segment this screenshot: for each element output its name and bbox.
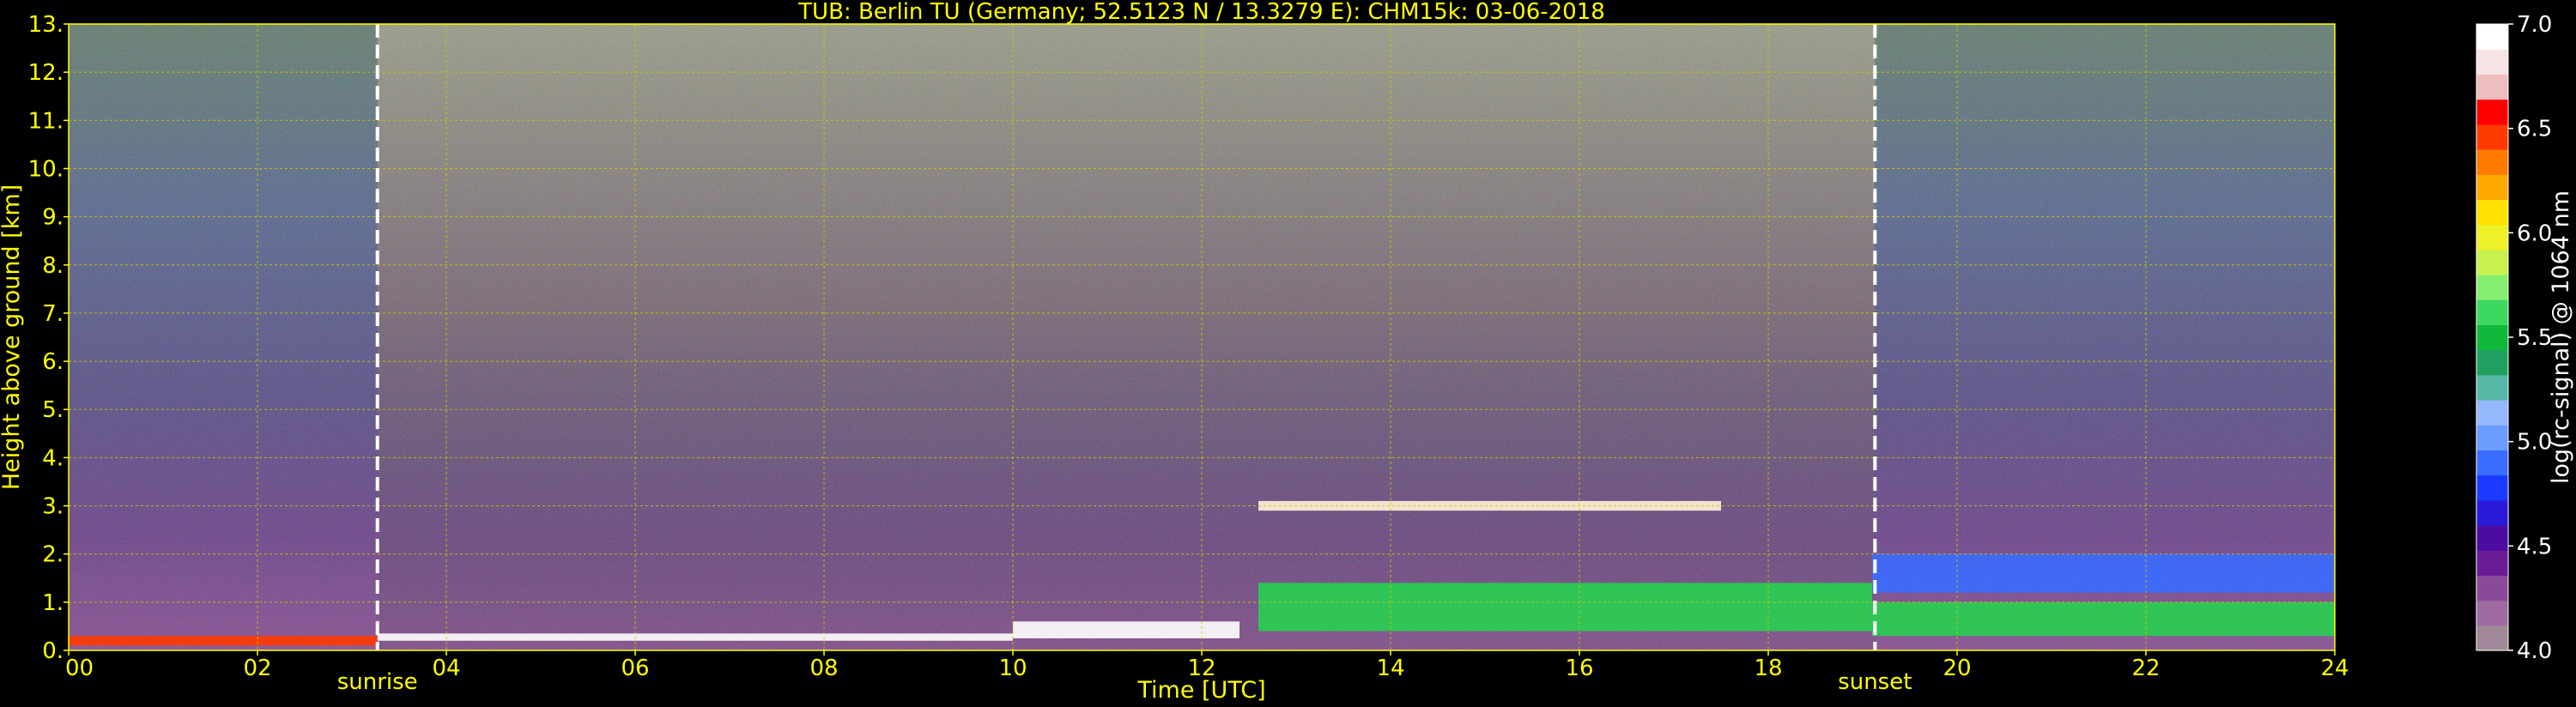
x-tick-label: 24: [2320, 656, 2349, 681]
colorbar-segment: [2476, 299, 2508, 325]
colorbar-segment: [2476, 525, 2508, 551]
signal-layer: [1872, 553, 2335, 593]
sunrise-label: sunrise: [337, 669, 418, 695]
colorbar-segment: [2476, 450, 2508, 476]
colorbar-segment: [2476, 499, 2508, 526]
x-tick-label: 16: [1565, 656, 1593, 681]
y-axis-label: Height above ground [km]: [0, 184, 25, 490]
x-axis-label: Time [UTC]: [1136, 677, 1265, 704]
y-tick-label: 7.: [42, 301, 64, 327]
colorbar-segment: [2476, 275, 2508, 300]
signal-layer: [1258, 583, 1872, 631]
colorbar-segment: [2476, 400, 2508, 426]
colorbar-segment: [2476, 174, 2508, 200]
colorbar-segment: [2476, 224, 2508, 251]
y-tick-label: 3.: [42, 494, 64, 520]
sunset-label: sunset: [1838, 669, 1912, 695]
chart-title: TUB: Berlin TU (Germany; 52.5123 N / 13.…: [797, 0, 1605, 25]
y-tick-label: 6.: [42, 349, 64, 375]
signal-layer: [1872, 601, 2335, 637]
y-tick-label: 4.: [42, 445, 64, 471]
colorbar-segment: [2476, 625, 2508, 651]
y-tick-label: 2.: [42, 542, 64, 568]
colorbar-segment: [2476, 24, 2508, 50]
colorbar-segment: [2476, 474, 2508, 501]
x-tick-label: 14: [1376, 656, 1404, 681]
y-tick-label: 13.: [28, 12, 64, 38]
x-tick-label: 20: [1943, 656, 1971, 681]
colorbar-segment: [2476, 349, 2508, 376]
colorbar-segment: [2476, 425, 2508, 450]
y-tick-label: 9.: [42, 205, 64, 231]
colorbar-segment: [2476, 49, 2508, 75]
y-axis-ticks: 0. 1. 2. 3. 4. 5. 6. 7. 8. 9. 10. 11. 12. 13.: [28, 12, 69, 664]
colorbar-ticks: 4.04.55.05.56.06.57.0: [2508, 12, 2552, 664]
y-tick-label: 0.: [42, 638, 64, 664]
colorbar-segment: [2476, 149, 2508, 175]
signal-layer: [69, 636, 378, 646]
colorbar-segment: [2476, 550, 2508, 576]
x-tick-label: 00: [65, 656, 94, 681]
colorbar-segment: [2476, 74, 2508, 100]
y-tick-label: 1.: [42, 590, 64, 616]
y-tick-label: 10.: [28, 156, 64, 182]
lidar-figure: TUB: Berlin TU (Germany; 52.5123 N / 13.…: [0, 0, 2574, 704]
colorbar-segment: [2476, 199, 2508, 226]
colorbar-segment: [2476, 575, 2508, 601]
x-tick-label: 18: [1754, 656, 1782, 681]
colorbar-segment: [2476, 600, 2508, 626]
colorbar-segment: [2476, 124, 2508, 150]
colorbar-tick-label: 4.5: [2517, 534, 2552, 559]
signal-layer: [377, 633, 1013, 641]
sun-marker-labels: sunrise sunset: [337, 669, 1912, 695]
colorbar-segment: [2476, 99, 2508, 125]
y-tick-label: 5.: [42, 397, 64, 423]
colorbar-label: log(rc-signal) @ 1064 nm: [2548, 190, 2574, 484]
x-tick-label: 06: [621, 656, 649, 681]
colorbar-segment: [2476, 324, 2508, 351]
x-tick-label: 22: [2131, 656, 2160, 681]
x-tick-label: 04: [432, 656, 460, 681]
y-tick-label: 11.: [28, 108, 64, 134]
colorbar-segment: [2476, 249, 2508, 275]
colorbar-tick-label: 6.5: [2517, 117, 2552, 142]
signal-layer: [1013, 621, 1240, 638]
plot-area: [69, 24, 2335, 650]
colorbar-segment: [2476, 374, 2508, 401]
colorbar-tick-label: 4.0: [2517, 638, 2552, 664]
x-tick-label: 10: [998, 656, 1027, 681]
y-tick-label: 8.: [42, 253, 64, 279]
colorbar-tick-label: 7.0: [2517, 12, 2552, 38]
x-tick-label: 02: [243, 656, 271, 681]
y-tick-label: 12.: [28, 60, 64, 86]
x-tick-label: 08: [809, 656, 838, 681]
colorbar: [2476, 23, 2509, 651]
